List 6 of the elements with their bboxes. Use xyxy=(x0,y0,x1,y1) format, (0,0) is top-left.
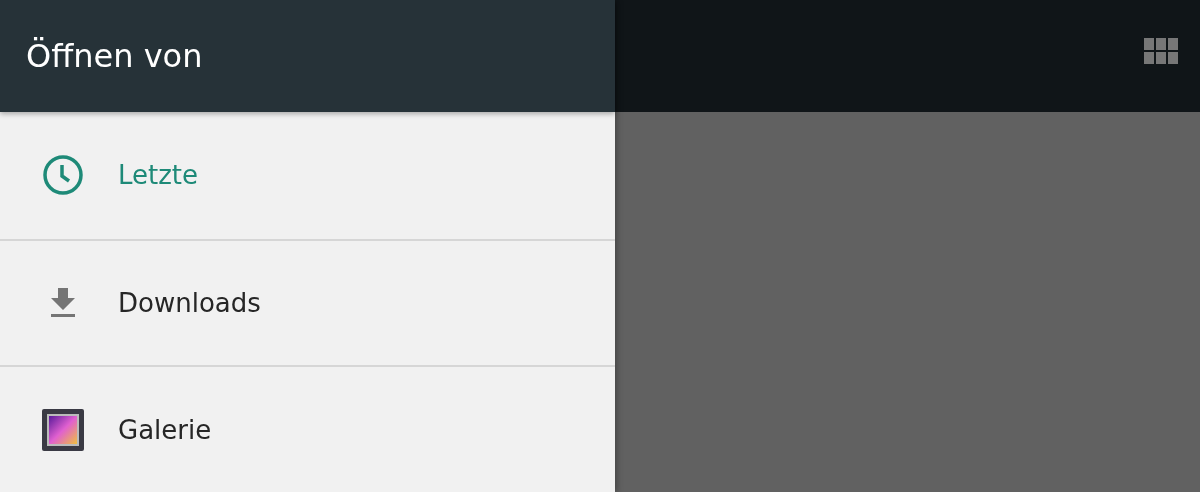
drawer-title: Öffnen von xyxy=(26,36,203,75)
grid-view-icon[interactable] xyxy=(1144,38,1178,64)
gallery-icon xyxy=(42,408,84,451)
drawer-item[interactable]: Letzte xyxy=(0,111,615,239)
drawer-item[interactable]: Galerie xyxy=(0,365,615,492)
clock-icon xyxy=(42,154,84,197)
